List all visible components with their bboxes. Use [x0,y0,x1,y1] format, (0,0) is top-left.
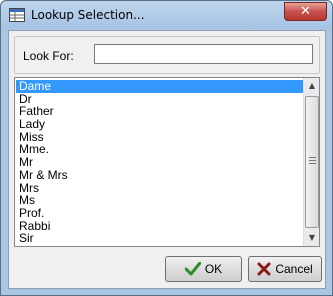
list-item[interactable]: Dame [16,80,303,93]
look-for-label: Look For: [23,49,74,63]
list-item[interactable]: Dr [16,92,303,106]
list-item[interactable]: Rabbi [16,219,303,233]
checkmark-icon [184,262,201,276]
close-button[interactable]: ✕ [284,2,327,21]
scroll-down-arrow-icon[interactable]: ▼ [304,230,319,246]
list-item[interactable]: Miss [16,131,303,144]
ok-button[interactable]: OK [165,256,242,282]
lookup-list[interactable]: Dame Dr Father Lady Miss Mme. Mr Mr & Mr… [14,77,320,247]
close-icon: ✕ [300,4,311,19]
title-bar[interactable]: Lookup Selection... ✕ [1,1,332,29]
list-item[interactable]: Sir [16,232,303,245]
search-group: Look For: [14,36,320,74]
x-icon [257,262,271,276]
list-item[interactable]: Lady [16,118,303,131]
scroll-up-arrow-icon[interactable]: ▲ [304,78,319,94]
look-for-input[interactable] [94,44,313,64]
scrollbar-thumb[interactable] [305,96,319,228]
window-title: Lookup Selection... [31,8,145,22]
list-item[interactable]: Mr [16,156,303,169]
list-item[interactable]: Mme. [16,143,303,156]
lookup-items: Dame Dr Father Lady Miss Mme. Mr Mr & Mr… [16,80,303,245]
grid-window-icon [9,8,25,22]
cancel-label: Cancel [275,262,313,276]
list-item[interactable]: Father [16,105,303,118]
lookup-selection-window: Lookup Selection... ✕ Look For: Dame Dr … [0,0,333,296]
list-item[interactable]: Prof. [16,207,303,220]
dialog-client-area: Look For: Dame Dr Father Lady Miss Mme. … [8,30,326,289]
cancel-button[interactable]: Cancel [248,256,322,282]
ok-label: OK [204,262,223,276]
list-item[interactable]: Ms [16,194,303,207]
grip-icon [309,157,316,164]
vertical-scrollbar[interactable]: ▲ ▼ [303,78,319,246]
list-item[interactable]: Mr & Mrs [16,169,303,182]
list-item[interactable]: Mrs [16,181,303,195]
